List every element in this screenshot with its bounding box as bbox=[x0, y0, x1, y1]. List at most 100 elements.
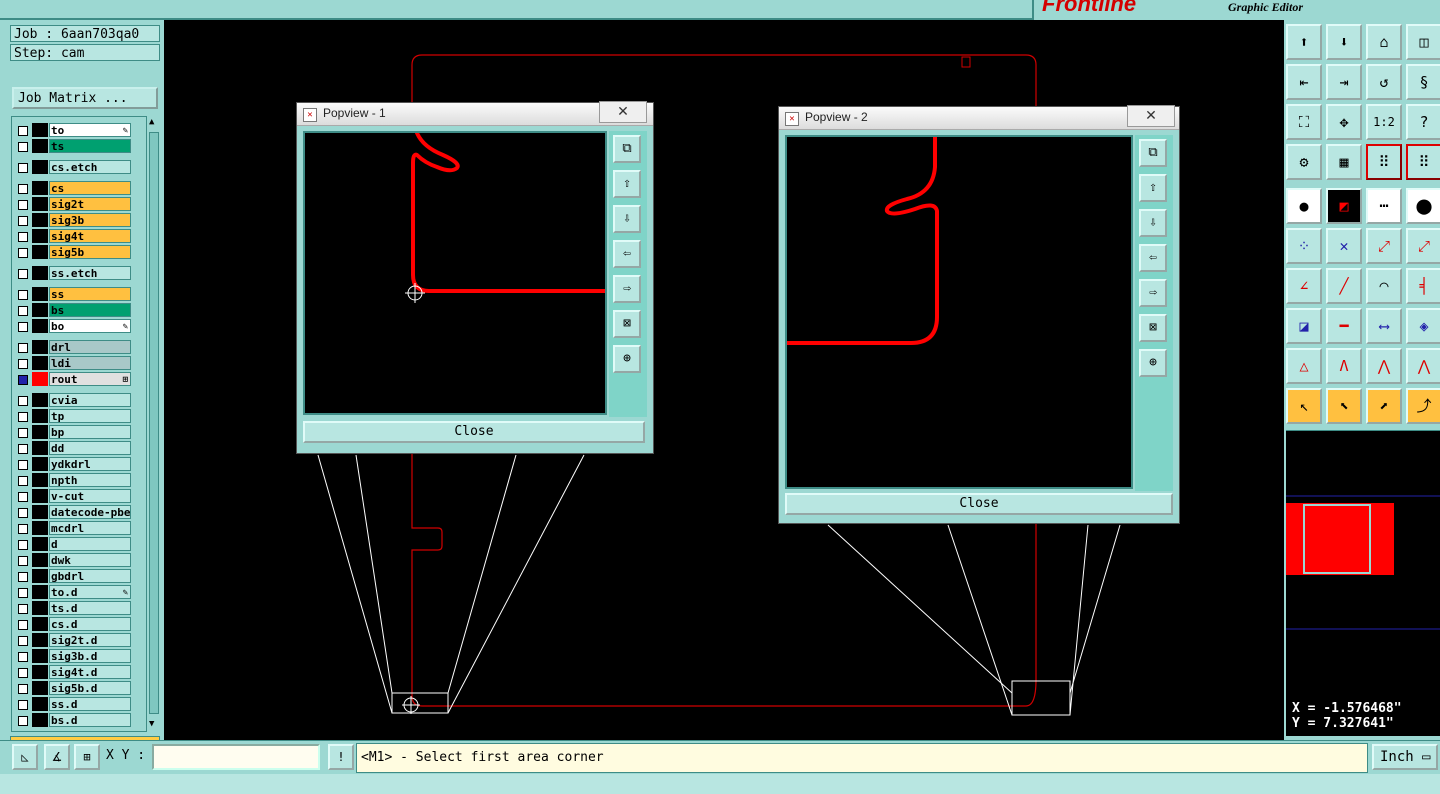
zoom-in-icon[interactable]: ⊠ bbox=[613, 310, 641, 338]
layer-checkbox[interactable] bbox=[18, 444, 28, 454]
layer-checkbox[interactable] bbox=[18, 142, 28, 152]
zoom-home-icon[interactable]: ⧉ bbox=[1139, 139, 1167, 167]
layer-row[interactable]: cs.etch bbox=[12, 160, 146, 175]
scroll-up-icon[interactable]: ▲ bbox=[149, 117, 154, 127]
layer-row[interactable]: to.d ✎ bbox=[12, 585, 146, 600]
home-icon[interactable]: ⌂ bbox=[1366, 24, 1402, 60]
layer-row[interactable]: sig3b.d bbox=[12, 649, 146, 664]
layer-color-swatch[interactable] bbox=[32, 425, 48, 439]
layer-color-swatch[interactable] bbox=[32, 505, 48, 519]
layer-checkbox[interactable] bbox=[18, 200, 28, 210]
layer-color-swatch[interactable] bbox=[32, 601, 48, 615]
layer-color-swatch[interactable] bbox=[32, 160, 48, 174]
layer-row[interactable]: dd bbox=[12, 441, 146, 456]
window-close-button[interactable]: ✕ bbox=[599, 101, 647, 123]
layer-checkbox[interactable] bbox=[18, 306, 28, 316]
layer-name[interactable]: ss bbox=[49, 287, 131, 301]
triangle-large-icon[interactable]: Λ bbox=[1326, 348, 1362, 384]
layer-color-swatch[interactable] bbox=[32, 213, 48, 227]
grid-mode-icon[interactable]: ⊞ bbox=[74, 744, 100, 770]
layer-checkbox[interactable] bbox=[18, 322, 28, 332]
layer-row[interactable]: bs bbox=[12, 303, 146, 318]
layer-name[interactable]: npth bbox=[49, 473, 131, 487]
layer-color-swatch[interactable] bbox=[32, 697, 48, 711]
layer-name[interactable]: sig5b bbox=[49, 245, 131, 259]
connect-icon[interactable]: ⁘ bbox=[1286, 228, 1322, 264]
pad-select-icon[interactable]: ⬤ bbox=[1406, 188, 1440, 224]
layer-name[interactable]: cs bbox=[49, 181, 131, 195]
layer-row[interactable]: npth bbox=[12, 473, 146, 488]
layer-color-swatch[interactable] bbox=[32, 553, 48, 567]
zoom-center-icon[interactable]: ✥ bbox=[1326, 104, 1362, 140]
layer-checkbox[interactable] bbox=[18, 620, 28, 630]
graphic-canvas[interactable]: ✕ Popview - 1 ✕ ⧉ ⇧ ⇩ ⇦ ⇨ ⊠ ⊕ Close ✕ Po… bbox=[164, 20, 1284, 740]
layer-color-swatch[interactable] bbox=[32, 633, 48, 647]
layer-name[interactable]: sig4t.d bbox=[49, 665, 131, 679]
angle-mode-icon[interactable]: ∡ bbox=[44, 744, 70, 770]
layer-row[interactable]: dwk bbox=[12, 553, 146, 568]
layer-row[interactable]: bo ✎ bbox=[12, 319, 146, 334]
layer-row[interactable]: sig4t bbox=[12, 229, 146, 244]
layer-name[interactable]: bp bbox=[49, 425, 131, 439]
layer-name[interactable]: ts.d bbox=[49, 601, 131, 615]
bridge-icon[interactable]: ⋀ bbox=[1366, 348, 1402, 384]
popview-close-button[interactable]: Close bbox=[785, 493, 1173, 515]
layer-name[interactable]: cs.d bbox=[49, 617, 131, 631]
layer-row[interactable]: sig2t bbox=[12, 197, 146, 212]
layer-name[interactable]: dd bbox=[49, 441, 131, 455]
snap-mode-icon[interactable]: ◺ bbox=[12, 744, 38, 770]
layer-name[interactable]: sig5b.d bbox=[49, 681, 131, 695]
select-feature-icon[interactable]: ⬈ bbox=[1366, 388, 1402, 424]
layer-checkbox[interactable] bbox=[18, 476, 28, 486]
layer-color-swatch[interactable] bbox=[32, 266, 48, 280]
select-arrow-icon[interactable]: ↖ bbox=[1286, 388, 1322, 424]
layer-name[interactable]: bs.d bbox=[49, 713, 131, 727]
layer-checkbox[interactable] bbox=[18, 428, 28, 438]
layer-checkbox[interactable] bbox=[18, 184, 28, 194]
layer-color-swatch[interactable] bbox=[32, 441, 48, 455]
layer-name[interactable]: sig4t bbox=[49, 229, 131, 243]
layer-color-swatch[interactable] bbox=[32, 287, 48, 301]
layer-row[interactable]: ts bbox=[12, 139, 146, 154]
layer-color-swatch[interactable] bbox=[32, 393, 48, 407]
layer-row[interactable]: ldi bbox=[12, 356, 146, 371]
popview-close-button[interactable]: Close bbox=[303, 421, 645, 443]
undo-icon[interactable]: ↺ bbox=[1366, 64, 1402, 100]
layer-color-swatch[interactable] bbox=[32, 585, 48, 599]
pan-right-icon[interactable]: ⇨ bbox=[613, 275, 641, 303]
layer-color-swatch[interactable] bbox=[32, 473, 48, 487]
layer-name[interactable]: bs bbox=[49, 303, 131, 317]
layer-name[interactable]: ts bbox=[49, 139, 131, 153]
layer-name[interactable]: ss.d bbox=[49, 697, 131, 711]
layer-checkbox[interactable] bbox=[18, 604, 28, 614]
layer-checkbox[interactable] bbox=[18, 412, 28, 422]
layer-checkbox[interactable] bbox=[18, 492, 28, 502]
layer-name[interactable]: ldi bbox=[49, 356, 131, 370]
layer-row[interactable]: cvia bbox=[12, 393, 146, 408]
unit-selector[interactable]: Inch ▭ bbox=[1372, 744, 1438, 770]
layer-checkbox[interactable] bbox=[18, 652, 28, 662]
select-box-icon[interactable]: ⬉ bbox=[1326, 388, 1362, 424]
pan-right-icon[interactable]: ⇨ bbox=[1139, 279, 1167, 307]
layer-checkbox[interactable] bbox=[18, 572, 28, 582]
layer-checkbox[interactable] bbox=[18, 396, 28, 406]
redraw-icon[interactable]: § bbox=[1406, 64, 1440, 100]
layer-checkbox[interactable] bbox=[18, 269, 28, 279]
horizontal-line-icon[interactable]: ━ bbox=[1326, 308, 1362, 344]
width-icon[interactable]: ⟷ bbox=[1366, 308, 1402, 344]
layer-name[interactable]: rout ⊞ bbox=[49, 372, 131, 386]
angle-icon[interactable]: ∠ bbox=[1286, 268, 1322, 304]
alert-icon[interactable]: ! bbox=[328, 744, 354, 770]
layer-row[interactable]: bs.d bbox=[12, 713, 146, 728]
layer-checkbox[interactable] bbox=[18, 700, 28, 710]
layer-row[interactable]: bp bbox=[12, 425, 146, 440]
layer-name[interactable]: v-cut bbox=[49, 489, 131, 503]
layer-color-swatch[interactable] bbox=[32, 319, 48, 333]
layer-name[interactable]: sig2t.d bbox=[49, 633, 131, 647]
layer-color-swatch[interactable] bbox=[32, 681, 48, 695]
layer-row[interactable]: sig4t.d bbox=[12, 665, 146, 680]
layer-checkbox[interactable] bbox=[18, 248, 28, 258]
layer-row[interactable]: sig2t.d bbox=[12, 633, 146, 648]
measure-area-icon[interactable]: ◩ bbox=[1326, 188, 1362, 224]
layer-row[interactable]: drl bbox=[12, 340, 146, 355]
